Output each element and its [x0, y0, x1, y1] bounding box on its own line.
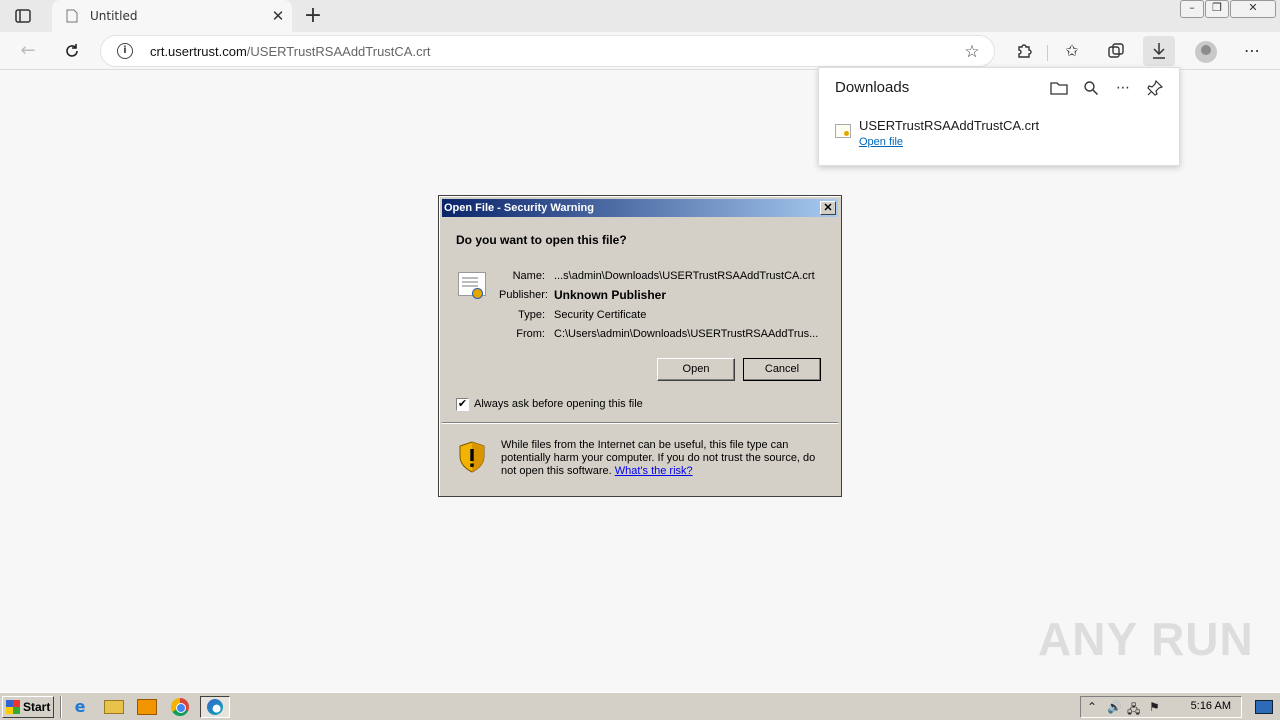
downloads-panel: Downloads ⋯ USERTrustRSAAddTrustCA.crt O… [818, 67, 1180, 166]
dialog-question: Do you want to open this file? [456, 233, 627, 247]
tab-strip: Untitled ✕ + – ❐ ✕ [0, 0, 1280, 32]
file-explorer-icon[interactable] [104, 700, 124, 714]
url-text[interactable]: crt.usertrust.com/USERTrustRSAAddTrustCA… [150, 44, 431, 59]
type-label: Type: [518, 308, 545, 321]
pin-icon[interactable] [1145, 78, 1165, 98]
security-warning-dialog: Open File - Security Warning ✕ Do you wa… [438, 195, 842, 497]
profile-avatar[interactable] [1195, 41, 1217, 63]
download-file-name: USERTrustRSAAddTrustCA.crt [859, 118, 1040, 133]
name-row: Name: ...s\admin\Downloads\USERTrustRSAA… [499, 266, 829, 286]
whats-the-risk-link[interactable]: What's the risk? [615, 465, 693, 477]
cancel-button[interactable]: Cancel [743, 358, 821, 381]
network-icon[interactable]: 🖧 [1127, 700, 1140, 720]
certificate-file-icon [835, 124, 851, 138]
downloads-icon[interactable] [1143, 36, 1175, 66]
always-ask-label[interactable]: Always ask before opening this file [474, 398, 643, 410]
file-properties: Name: ...s\admin\Downloads\USERTrustRSAA… [499, 266, 829, 344]
dialog-close-button[interactable]: ✕ [820, 201, 836, 215]
clock[interactable]: 5:16 AM [1191, 700, 1231, 712]
start-label: Start [23, 700, 51, 714]
type-value: Security Certificate [554, 308, 647, 321]
publisher-label: Publisher: [499, 289, 548, 302]
favorites-icon[interactable]: ✩ [1056, 36, 1088, 66]
start-button[interactable]: Start [2, 696, 54, 718]
show-hidden-icons-icon[interactable]: ⌃ [1087, 700, 1097, 714]
warning-text: While files from the Internet can be use… [501, 439, 816, 477]
close-tab-icon[interactable]: ✕ [264, 7, 292, 25]
dialog-divider [442, 422, 838, 424]
site-info-icon[interactable]: i [117, 43, 133, 59]
action-center-flag-icon[interactable]: ⚑ [1149, 700, 1160, 714]
edge-taskbar-button[interactable] [200, 696, 230, 718]
window-controls: – ❐ ✕ [1180, 0, 1276, 18]
reload-button[interactable] [58, 38, 86, 64]
tab-actions-button[interactable] [10, 6, 36, 26]
from-value: C:\Users\admin\Downloads\USERTrustRSAAdd… [554, 328, 819, 341]
new-tab-button[interactable]: + [300, 3, 326, 29]
tab-actions-icon [15, 9, 31, 23]
system-tray: ⌃ 🔊 🖧 ⚑ 5:16 AM [1080, 696, 1242, 718]
add-favorite-icon[interactable]: ☆ [962, 42, 982, 62]
anyrun-watermark: ANY RUN [1038, 613, 1254, 665]
reload-icon [66, 44, 78, 57]
tab-untitled[interactable]: Untitled ✕ [52, 0, 292, 32]
dialog-title: Open File - Security Warning [444, 202, 594, 214]
extensions-icon[interactable] [1008, 36, 1040, 66]
more-menu-icon[interactable]: ⋯ [1236, 36, 1268, 66]
internet-explorer-icon[interactable]: e [70, 698, 90, 716]
toolbar-separator [1047, 45, 1048, 61]
restore-button[interactable]: ❐ [1205, 0, 1229, 18]
minimize-button[interactable]: – [1180, 0, 1204, 18]
download-item[interactable]: USERTrustRSAAddTrustCA.crt Open file [835, 118, 1165, 152]
back-button[interactable]: ← [14, 38, 42, 64]
certificate-icon [458, 272, 486, 299]
taskbar: Start e ⌃ 🔊 🖧 ⚑ 5:16 AM [0, 692, 1280, 720]
open-folder-icon[interactable] [1049, 78, 1069, 98]
show-desktop-icon[interactable] [1249, 697, 1277, 717]
dialog-titlebar[interactable]: Open File - Security Warning ✕ [442, 199, 838, 217]
chrome-icon[interactable] [171, 698, 189, 716]
media-player-icon[interactable] [137, 699, 157, 715]
name-label: Name: [512, 269, 545, 282]
more-options-icon[interactable]: ⋯ [1113, 78, 1133, 98]
from-label: From: [516, 328, 545, 341]
downloads-actions: ⋯ [1049, 78, 1165, 98]
publisher-row: Publisher: Unknown Publisher [499, 286, 829, 306]
warning-shield-icon [459, 441, 485, 473]
collections-icon[interactable] [1100, 36, 1132, 66]
windows-logo-icon [6, 700, 20, 714]
open-button[interactable]: Open [657, 358, 735, 381]
address-bar[interactable]: i crt.usertrust.com/USERTrustRSAAddTrust… [100, 35, 995, 67]
taskbar-separator [60, 696, 62, 718]
name-value: ...s\admin\Downloads\USERTrustRSAAddTrus… [554, 269, 815, 282]
downloads-title: Downloads [835, 79, 910, 96]
close-window-button[interactable]: ✕ [1230, 0, 1276, 18]
search-icon[interactable] [1081, 78, 1101, 98]
from-row: From: C:\Users\admin\Downloads\USERTrust… [499, 325, 829, 345]
volume-icon[interactable]: 🔊 [1107, 700, 1122, 714]
browser-toolbar: ← i crt.usertrust.com/USERTrustRSAAddTru… [0, 32, 1280, 70]
publisher-value: Unknown Publisher [554, 288, 667, 303]
document-icon [66, 9, 78, 23]
tab-title: Untitled [90, 9, 138, 23]
open-file-link[interactable]: Open file [859, 136, 903, 148]
always-ask-checkbox[interactable]: ✔ [456, 398, 469, 411]
type-row: Type: Security Certificate [499, 305, 829, 325]
